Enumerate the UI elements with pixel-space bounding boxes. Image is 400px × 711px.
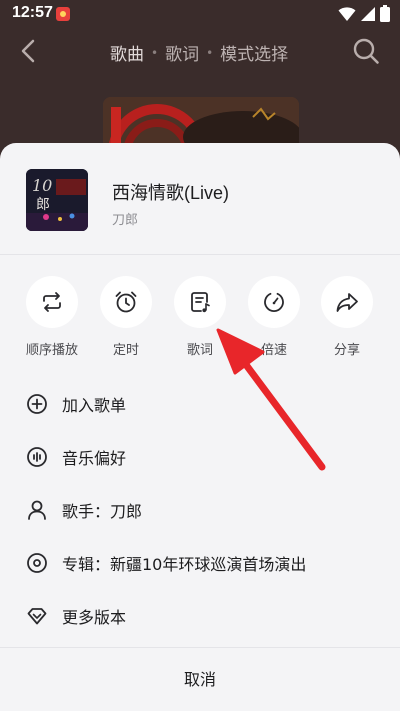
status-time: 12:57 xyxy=(12,4,53,21)
plus-circle-icon xyxy=(26,393,48,415)
menu-more-versions[interactable]: 更多版本 xyxy=(0,590,400,642)
speed-icon xyxy=(264,292,284,312)
tab-mode-select[interactable]: 模式选择 xyxy=(220,40,288,65)
svg-text:郎: 郎 xyxy=(36,197,50,213)
lyrics-circle[interactable] xyxy=(174,276,226,328)
lyrics-label: 歌词 xyxy=(186,343,213,358)
menu-label: 加入歌单 xyxy=(62,396,127,415)
menu-label: 歌手：刀郎 xyxy=(62,502,143,521)
play-order-button[interactable]: 顺序播放 xyxy=(17,276,87,358)
sleep-timer-circle[interactable] xyxy=(100,276,152,328)
battery-icon xyxy=(380,5,390,22)
quick-actions: 顺序播放 定时 歌词 倍速 分享 xyxy=(0,276,400,358)
tab-song[interactable]: 歌曲 xyxy=(110,40,144,65)
diamond-icon xyxy=(26,605,48,627)
playback-speed-button[interactable]: 倍速 xyxy=(239,276,309,358)
song-cover-thumbnail: 10 郎 xyxy=(26,169,88,231)
divider xyxy=(0,254,400,255)
signal-icon xyxy=(361,6,375,21)
playback-speed-circle[interactable] xyxy=(248,276,300,328)
play-order-circle[interactable] xyxy=(26,276,78,328)
menu-label: 音乐偏好 xyxy=(62,449,127,468)
tab-separator: • xyxy=(151,45,159,60)
playback-speed-label: 倍速 xyxy=(260,343,287,358)
tab-lyrics[interactable]: 歌词 xyxy=(165,40,199,65)
app-notification-icon xyxy=(56,7,70,21)
user-icon xyxy=(26,499,48,521)
sleep-timer-button[interactable]: 定时 xyxy=(91,276,161,358)
lyrics-icon xyxy=(191,292,210,313)
alarm-clock-icon xyxy=(115,291,137,313)
song-title: 西海情歌(Live) xyxy=(112,183,230,203)
song-options-sheet: 10 郎 西海情歌(Live) 刀郎 顺序播放 定时 歌词 倍速 分享 加入歌单… xyxy=(0,143,400,711)
share-button[interactable]: 分享 xyxy=(312,276,382,358)
player-header: 歌曲 • 歌词 • 模式选择 xyxy=(0,28,400,76)
menu-artist[interactable]: 歌手：刀郎 xyxy=(0,484,400,536)
song-info: 10 郎 西海情歌(Live) 刀郎 xyxy=(26,169,366,235)
back-arrow-icon[interactable] xyxy=(14,36,44,66)
menu-label: 更多版本 xyxy=(62,608,127,627)
menu-label: 专辑：新疆10年环球巡演首场演出 xyxy=(62,555,307,574)
menu-album[interactable]: 专辑：新疆10年环球巡演首场演出 xyxy=(0,537,400,589)
share-icon xyxy=(336,293,358,312)
menu-music-preference[interactable]: 音乐偏好 xyxy=(0,431,400,483)
player-tabs: 歌曲 • 歌词 • 模式选择 xyxy=(110,40,288,65)
status-icons xyxy=(338,5,390,22)
music-preference-icon xyxy=(26,446,48,468)
repeat-icon xyxy=(43,292,61,312)
share-circle[interactable] xyxy=(321,276,373,328)
sleep-timer-label: 定时 xyxy=(112,343,139,358)
cancel-button[interactable]: 取消 xyxy=(0,648,400,711)
album-disc-icon xyxy=(26,552,48,574)
lyrics-button[interactable]: 歌词 xyxy=(165,276,235,358)
song-artist[interactable]: 刀郎 xyxy=(112,209,138,228)
search-icon[interactable] xyxy=(352,37,380,65)
album-art-background xyxy=(103,97,299,149)
menu-add-to-playlist[interactable]: 加入歌单 xyxy=(0,378,400,430)
play-order-label: 顺序播放 xyxy=(25,343,78,358)
tab-separator: • xyxy=(206,45,214,60)
svg-text:10: 10 xyxy=(32,176,52,195)
share-label: 分享 xyxy=(333,343,360,358)
status-bar: 12:57 xyxy=(0,0,400,28)
wifi-icon xyxy=(338,6,356,21)
